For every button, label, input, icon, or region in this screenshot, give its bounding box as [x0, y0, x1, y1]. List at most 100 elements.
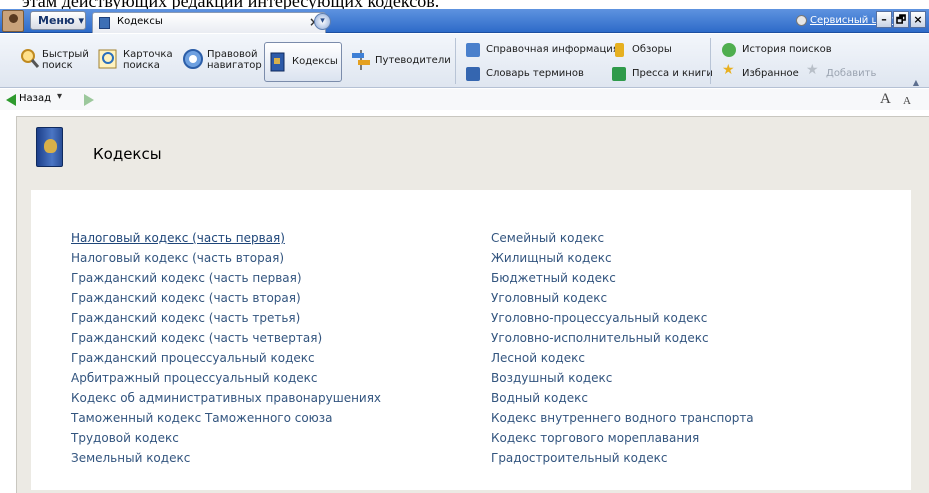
books-icon — [612, 67, 626, 81]
press-books-button[interactable]: Пресса и книги — [612, 67, 713, 81]
code-link[interactable]: Кодекс внутреннего водного транспорта — [491, 411, 754, 425]
code-link[interactable]: Налоговый кодекс (часть вторая) — [71, 251, 284, 265]
codes-book-icon — [36, 127, 63, 167]
book-icon — [99, 17, 110, 29]
page-title: Кодексы — [93, 145, 162, 163]
list-item: Таможенный кодекс Таможенного союза — [71, 407, 381, 427]
code-link[interactable]: Уголовный кодекс — [491, 291, 607, 305]
code-link[interactable]: Гражданский кодекс (часть четвертая) — [71, 331, 322, 345]
app-logo-icon[interactable] — [2, 10, 24, 32]
guides-button[interactable]: Путеводители — [348, 42, 451, 82]
search-card-icon — [98, 49, 117, 69]
title-bar: Меню ▾ Кодексы × ▾ Сервисный центр – 🗗 × — [0, 9, 929, 33]
font-decrease-button[interactable]: A — [903, 95, 911, 107]
code-link[interactable]: Бюджетный кодекс — [491, 271, 616, 285]
list-item: Уголовный кодекс — [491, 287, 754, 307]
add-favorite-button[interactable]: ★ Добавить — [806, 62, 878, 81]
codes-button[interactable]: Кодексы — [264, 42, 342, 82]
list-item: Гражданский кодекс (часть четвертая) — [71, 327, 381, 347]
code-link[interactable]: Земельный кодекс — [71, 451, 190, 465]
codes-list-left: Налоговый кодекс (часть первая) Налоговый… — [71, 227, 381, 467]
list-item: Кодекс торгового мореплавания — [491, 427, 754, 447]
dictionary-button[interactable]: Словарь терминов — [466, 67, 586, 81]
list-item: Жилищный кодекс — [491, 247, 754, 267]
main-content: Кодексы Налоговый кодекс (часть первая) Н… — [16, 116, 929, 493]
back-arrow-icon[interactable] — [6, 94, 16, 106]
code-link[interactable]: Уголовно-процессуальный кодекс — [491, 311, 707, 325]
back-dropdown-button[interactable]: ▾ — [57, 91, 62, 102]
list-item: Трудовой кодекс — [71, 427, 381, 447]
list-item: Земельный кодекс — [71, 447, 381, 467]
add-star-icon: ★ — [806, 62, 819, 78]
tab-codes[interactable]: Кодексы × — [92, 12, 326, 33]
close-window-button[interactable]: × — [910, 11, 926, 28]
list-item: Градостроительный кодекс — [491, 447, 754, 467]
code-link[interactable]: Водный кодекс — [491, 391, 588, 405]
list-item: Кодекс об административных правонарушени… — [71, 387, 381, 407]
restore-button[interactable]: 🗗 — [893, 11, 909, 28]
ribbon-toolbar: Быстрый поиск Карточка поиска Правовой н… — [0, 34, 929, 88]
code-link[interactable]: Уголовно-исполнительный кодекс — [491, 331, 709, 345]
list-item: Водный кодекс — [491, 387, 754, 407]
code-link[interactable]: Семейный кодекс — [491, 231, 604, 245]
list-item: Лесной кодекс — [491, 347, 754, 367]
list-item: Гражданский кодекс (часть первая) — [71, 267, 381, 287]
list-item: Налоговый кодекс (часть первая) — [71, 227, 381, 247]
new-tab-button[interactable]: ▾ — [314, 13, 331, 30]
codes-book-icon — [270, 52, 285, 72]
code-link[interactable]: Гражданский процессуальный кодекс — [71, 351, 315, 365]
star-icon: ★ — [722, 62, 735, 78]
history-icon — [722, 43, 736, 57]
code-link[interactable]: Гражданский кодекс (часть вторая) — [71, 291, 301, 305]
document-caption: этам действующих редакций интересующих к… — [22, 0, 440, 11]
legal-navigator-button[interactable]: Правовой навигатор — [180, 42, 262, 82]
signpost-icon — [352, 50, 370, 70]
list-item: Семейный кодекс — [491, 227, 754, 247]
list-item: Гражданский кодекс (часть третья) — [71, 307, 381, 327]
code-link[interactable]: Трудовой кодекс — [71, 431, 179, 445]
list-item: Налоговый кодекс (часть вторая) — [71, 247, 381, 267]
collapse-ribbon-button[interactable]: ▲ — [913, 78, 919, 87]
list-item: Уголовно-процессуальный кодекс — [491, 307, 754, 327]
list-item: Кодекс внутреннего водного транспорта — [491, 407, 754, 427]
reference-info-button[interactable]: Справочная информация — [466, 43, 619, 57]
info-icon — [466, 43, 480, 57]
ribbon-separator — [455, 38, 456, 84]
code-link[interactable]: Арбитражный процессуальный кодекс — [71, 371, 318, 385]
codes-list-right: Семейный кодекс Жилищный кодекс Бюджетный … — [491, 227, 754, 467]
back-button[interactable]: Назад — [19, 93, 51, 104]
code-link[interactable]: Кодекс торгового мореплавания — [491, 431, 699, 445]
favorites-button[interactable]: ★ Избранное — [722, 62, 800, 81]
list-item: Гражданский кодекс (часть вторая) — [71, 287, 381, 307]
code-link[interactable]: Жилищный кодекс — [491, 251, 612, 265]
font-increase-button[interactable]: A — [880, 91, 891, 108]
code-link[interactable]: Воздушный кодекс — [491, 371, 612, 385]
list-item: Арбитражный процессуальный кодекс — [71, 367, 381, 387]
code-link[interactable]: Гражданский кодекс (часть первая) — [71, 271, 302, 285]
reviews-button[interactable]: Обзоры — [612, 43, 682, 57]
code-link[interactable]: Кодекс об административных правонарушени… — [71, 391, 381, 405]
code-link[interactable]: Налоговый кодекс (часть первая) — [71, 231, 285, 245]
list-item: Бюджетный кодекс — [491, 267, 754, 287]
reviews-icon — [615, 43, 624, 57]
tab-label: Кодексы — [117, 16, 163, 27]
list-item: Воздушный кодекс — [491, 367, 754, 387]
search-history-button[interactable]: История поисков — [722, 43, 832, 57]
codes-list-panel: Налоговый кодекс (часть первая) Налоговый… — [31, 190, 911, 490]
list-item: Уголовно-исполнительный кодекс — [491, 327, 754, 347]
code-link[interactable]: Таможенный кодекс Таможенного союза — [71, 411, 333, 425]
forward-arrow-icon[interactable] — [84, 94, 94, 106]
menu-button[interactable]: Меню ▾ — [30, 11, 86, 30]
service-center-icon — [796, 15, 807, 26]
magnifier-icon — [21, 49, 40, 68]
minimize-button[interactable]: – — [876, 11, 892, 28]
quick-search-button[interactable]: Быстрый поиск — [18, 42, 90, 82]
code-link[interactable]: Гражданский кодекс (часть третья) — [71, 311, 300, 325]
list-item: Гражданский процессуальный кодекс — [71, 347, 381, 367]
navigation-bar: Назад ▾ A A — [0, 89, 929, 110]
code-link[interactable]: Градостроительный кодекс — [491, 451, 667, 465]
code-link[interactable]: Лесной кодекс — [491, 351, 585, 365]
dictionary-icon — [466, 67, 480, 81]
search-card-button[interactable]: Карточка поиска — [96, 42, 173, 82]
compass-icon — [183, 49, 203, 69]
